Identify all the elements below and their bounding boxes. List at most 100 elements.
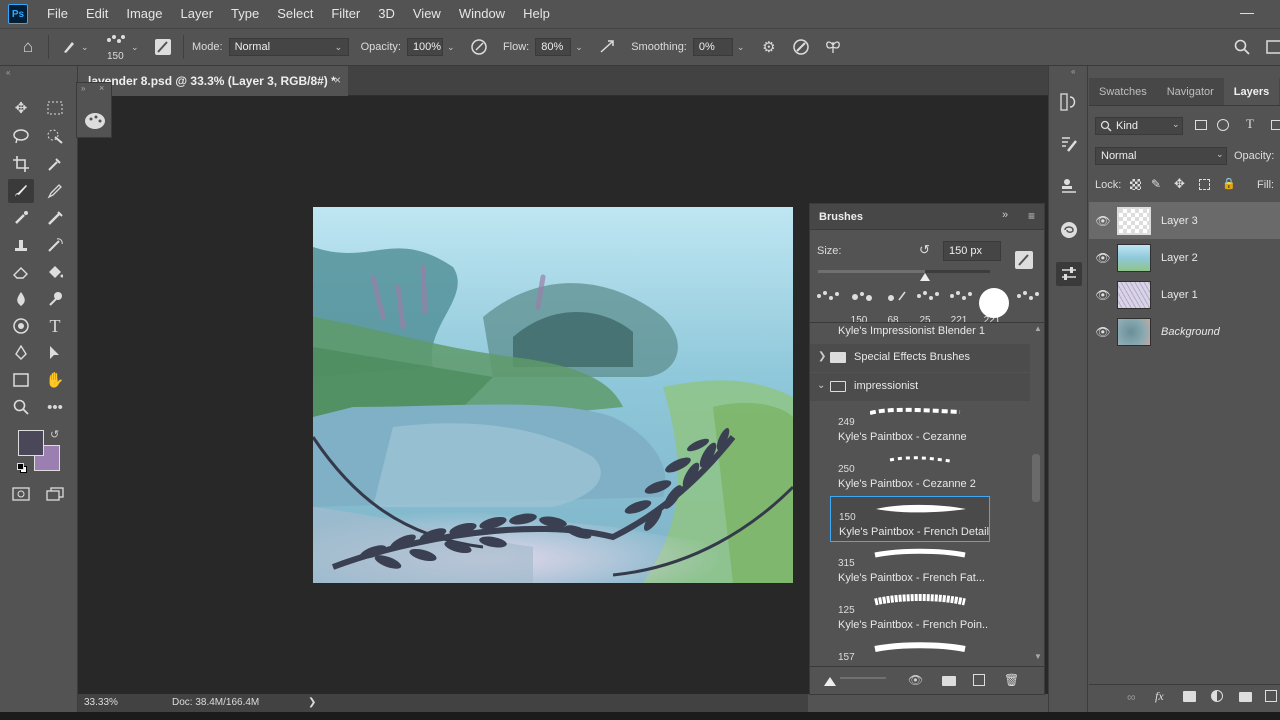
link-layers-icon[interactable]: ∞ [1127,690,1136,704]
adjustment-layer-icon[interactable] [1211,690,1223,702]
layer-row-layer-3[interactable]: 👁 Layer 3 [1089,202,1280,239]
zoom-level[interactable]: 33.33% [84,697,118,708]
recent-brush-tip-3[interactable]: 25 [878,288,931,326]
filter-shape-icon[interactable] [1271,120,1280,130]
adjustments-panel-icon[interactable] [1056,262,1082,286]
new-layer-icon[interactable] [1265,690,1277,702]
brush-tool-icon[interactable] [8,179,34,203]
current-brush-row[interactable]: Kyle's Impressionist Blender 1 [810,322,1044,340]
smoothing-chevron-icon[interactable]: ⌄ [737,42,747,53]
menu-help[interactable]: Help [514,0,559,28]
scroll-up-icon[interactable]: ▲ [1034,324,1042,333]
more-tools-icon[interactable]: ••• [42,395,68,419]
brush-preset-picker[interactable]: 150 [101,30,131,64]
airbrush-icon[interactable] [595,38,619,56]
scroll-down-icon[interactable]: ▼ [1034,652,1042,661]
document-tab[interactable]: lavender 8.psd @ 33.3% (Layer 3, RGB/8#)… [78,66,348,96]
lock-artboard-icon[interactable] [1199,179,1210,190]
collapse-panel-icon[interactable]: » [1002,209,1008,221]
preview-size-slider[interactable] [840,677,886,679]
pressure-size-icon[interactable] [789,38,813,56]
visibility-eye-icon[interactable]: 👁 [1089,325,1117,339]
eraser-tool-icon[interactable] [8,260,34,284]
filter-type-icon[interactable]: T [1246,116,1254,132]
chevron-right-icon[interactable]: ❯ [818,351,826,362]
blur-tool-icon[interactable] [8,287,34,311]
folder-impressionist[interactable]: ⌄ impressionist [810,373,1030,401]
brush-settings-icon[interactable] [151,38,175,56]
hand-tool-icon[interactable]: ✋ [42,368,68,392]
workspace-icon[interactable] [1262,39,1280,55]
brush-item[interactable]: 125 Kyle's Paintbox - French Poin... [830,590,990,636]
brush-tool-icon[interactable] [57,39,81,55]
move-tool-icon[interactable]: ✥ [8,96,34,120]
quick-mask-icon[interactable] [8,482,34,506]
panel-menu-icon[interactable]: ≡ [1028,209,1035,223]
opacity-chevron-icon[interactable]: ⌄ [447,42,457,53]
size-slider-thumb[interactable] [919,273,930,281]
expand-panels-icon[interactable]: « [1071,67,1075,76]
tool-preset-chevron-icon[interactable]: ⌄ [81,42,91,53]
photoshop-logo[interactable]: Ps [8,4,28,24]
stamp-tool-icon[interactable] [8,233,34,257]
brush-picker-chevron-icon[interactable]: ⌄ [131,42,141,53]
menu-edit[interactable]: Edit [77,0,117,28]
size-input[interactable]: 150 px [943,241,1001,261]
clone-stamp-tool-icon[interactable] [8,206,34,230]
path-selection-tool-icon[interactable] [42,341,68,365]
history-brush-tool-icon[interactable] [42,233,68,257]
recent-brush-tip-2[interactable]: 68 [846,288,899,326]
flow-chevron-icon[interactable]: ⌄ [575,42,585,53]
foreground-color-swatch[interactable] [18,430,44,456]
edit-brush-icon[interactable] [1015,251,1033,269]
menu-filter[interactable]: Filter [322,0,369,28]
opacity-input[interactable]: 100% [406,38,443,56]
brush-item[interactable]: 250 Kyle's Paintbox - Cezanne 2 [830,449,990,495]
close-panel-icon[interactable]: × [99,83,104,93]
filter-pixel-icon[interactable] [1195,120,1207,130]
type-tool-icon[interactable]: T [42,314,68,338]
menu-view[interactable]: View [404,0,450,28]
recent-brush-tip-7[interactable]: 221 [1012,288,1067,326]
pencil-tool-icon[interactable] [42,179,68,203]
lock-position-icon[interactable]: ✥ [1174,176,1185,192]
layer-row-layer-1[interactable]: 👁 Layer 1 [1089,276,1280,313]
visibility-eye-icon[interactable]: 👁 [1089,214,1117,228]
filter-adjustment-icon[interactable] [1217,119,1229,131]
default-colors-icon[interactable] [17,463,27,473]
lock-pixels-brush-icon[interactable]: ✎ [1151,177,1161,191]
history-panel-icon[interactable] [1056,90,1082,114]
expand-panel-icon[interactable]: » [81,84,85,93]
gear-icon[interactable]: ⚙ [757,38,781,56]
search-icon[interactable] [1230,39,1254,55]
layer-row-background[interactable]: 👁 Background [1089,313,1280,350]
menu-type[interactable]: Type [222,0,268,28]
lasso-tool-icon[interactable] [8,124,34,148]
brush-item[interactable]: 249 Kyle's Paintbox - Cezanne [830,402,990,448]
marquee-tool-icon[interactable] [42,96,68,120]
menu-file[interactable]: File [38,0,77,28]
chevron-down-icon[interactable]: ⌄ [817,380,825,391]
brush-settings-palette-icon[interactable] [84,110,106,130]
size-slider-track[interactable] [818,270,990,273]
brushes-scrollbar-thumb[interactable] [1032,454,1040,502]
menu-image[interactable]: Image [117,0,171,28]
menu-layer[interactable]: Layer [172,0,223,28]
tab-swatches[interactable]: Swatches [1089,78,1157,105]
crop-tool-icon[interactable] [8,152,34,176]
mode-chevron-icon[interactable]: ⌄ [335,42,345,53]
recent-brush-tip-1[interactable]: 150 [812,288,867,326]
libraries-panel-icon[interactable] [1056,218,1082,242]
screen-mode-icon[interactable] [42,482,68,506]
clone-source-panel-icon[interactable] [1056,174,1082,198]
menu-window[interactable]: Window [450,0,514,28]
flow-input[interactable]: 80% [535,38,572,56]
tab-navigator[interactable]: Navigator [1157,78,1224,105]
new-group-icon[interactable] [1239,692,1252,702]
minimize-icon[interactable] [1240,13,1254,14]
visibility-eye-icon[interactable]: 👁 [1089,288,1117,302]
pen-tool-icon[interactable] [8,341,34,365]
toggle-preview-icon[interactable]: 👁 [908,673,923,687]
layer-row-layer-2[interactable]: 👁 Layer 2 [1089,239,1280,276]
visibility-eye-icon[interactable]: 👁 [1089,251,1117,265]
